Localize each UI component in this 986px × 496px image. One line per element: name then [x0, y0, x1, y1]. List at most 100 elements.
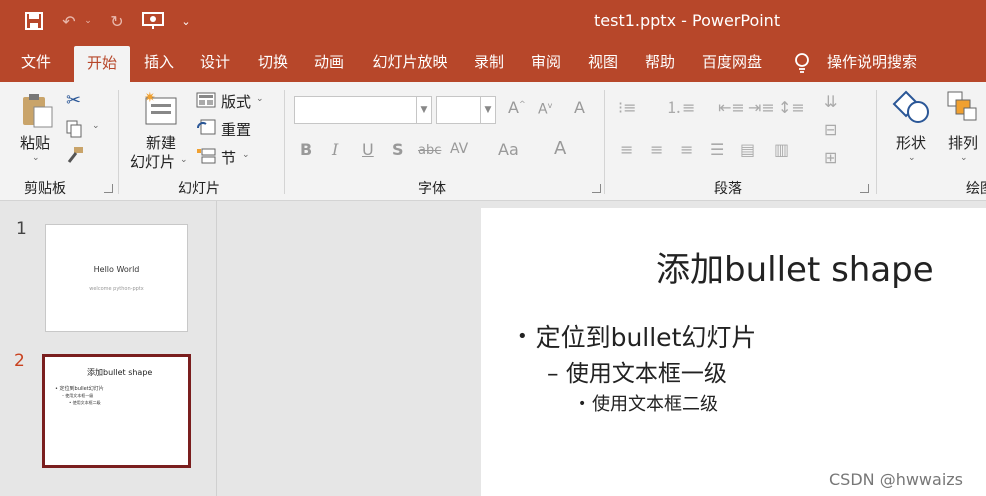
paste-icon[interactable]	[20, 92, 54, 128]
bold-button[interactable]: B	[300, 142, 312, 158]
cut-icon[interactable]: ✂	[66, 92, 81, 110]
character-spacing-button[interactable]: AV	[450, 142, 468, 156]
thumb-2-title: 添加bullet shape	[87, 368, 153, 377]
tab-help[interactable]: 帮助	[636, 42, 684, 82]
tab-review[interactable]: 审阅	[522, 42, 570, 82]
tell-me-search[interactable]: 操作说明搜索	[824, 42, 920, 82]
section-icon[interactable]	[196, 148, 216, 164]
thumb-2-bullet-2: – 使用文本框一级	[62, 393, 94, 398]
columns-icon[interactable]: ▥	[774, 142, 789, 158]
group-divider	[284, 90, 285, 194]
section-label[interactable]: 节	[221, 147, 236, 168]
tab-animations[interactable]: 动画	[306, 42, 352, 82]
clipboard-launcher-icon[interactable]	[104, 184, 113, 193]
slides-group-label: 幻灯片	[178, 181, 220, 197]
increase-font-size-icon[interactable]: A^	[508, 100, 526, 116]
italic-button[interactable]: I	[332, 142, 338, 158]
font-name-combobox[interactable]: ▼	[294, 96, 432, 124]
tab-transitions[interactable]: 切换	[250, 42, 296, 82]
increase-indent-icon[interactable]: ⇥≡	[748, 100, 775, 116]
slide-thumbnail-1[interactable]: Hello World welcome python-pptx	[45, 224, 188, 332]
clear-formatting-icon[interactable]: A	[574, 100, 585, 116]
arrange-label[interactable]: 排列	[948, 132, 978, 153]
save-icon[interactable]	[22, 0, 46, 42]
font-size-dropdown-icon[interactable]: ▼	[480, 97, 495, 123]
text-direction-icon[interactable]: ⇊	[824, 94, 837, 110]
strikethrough-button[interactable]: abc	[418, 144, 441, 157]
align-text-icon[interactable]: ⊟	[824, 122, 837, 138]
paragraph-launcher-icon[interactable]	[860, 184, 869, 193]
paste-label[interactable]: 粘贴	[20, 132, 50, 153]
current-slide[interactable]: 添加bullet shape • 定位到bullet幻灯片 – 使用文本框一级 …	[481, 208, 986, 496]
slide-bullet-level-1[interactable]: • 定位到bullet幻灯片	[517, 318, 756, 354]
section-dropdown-icon[interactable]: ⌄	[242, 151, 250, 160]
tab-view[interactable]: 视图	[580, 42, 626, 82]
convert-smartart-icon[interactable]: ⊞	[824, 150, 837, 166]
layout-label[interactable]: 版式	[221, 91, 251, 112]
reset-icon[interactable]	[196, 119, 216, 135]
justify-icon[interactable]: ☰	[710, 142, 724, 158]
slide-number-1: 1	[16, 219, 27, 239]
align-center-icon[interactable]: ≡	[650, 142, 663, 158]
thumb-2-bullet-1: • 定位到bullet幻灯片	[55, 386, 104, 392]
tab-file[interactable]: 文件	[12, 42, 60, 82]
text-shadow-button[interactable]: S	[392, 142, 404, 158]
customize-qat-icon[interactable]: ⌄	[178, 0, 194, 42]
arrange-dropdown-icon[interactable]: ⌄	[960, 154, 968, 163]
drawing-group-label: 绘图	[966, 181, 986, 197]
redo-icon[interactable]: ↻	[106, 0, 128, 42]
group-divider	[604, 90, 605, 194]
font-size-combobox[interactable]: ▼	[436, 96, 496, 124]
slide-title[interactable]: 添加bullet shape	[656, 242, 934, 291]
present-from-beginning-icon[interactable]	[140, 0, 166, 42]
reset-label[interactable]: 重置	[221, 119, 251, 140]
slide-bullet-level-2[interactable]: – 使用文本框一级	[547, 354, 727, 388]
copy-dropdown-icon[interactable]: ⌄	[92, 122, 100, 131]
font-color-button[interactable]: A	[554, 140, 566, 158]
tab-record[interactable]: 录制	[466, 42, 512, 82]
layout-dropdown-icon[interactable]: ⌄	[256, 95, 264, 104]
shapes-label[interactable]: 形状	[896, 132, 926, 153]
underline-button[interactable]: U	[362, 142, 374, 158]
paragraph-group-label: 段落	[714, 181, 742, 197]
shapes-dropdown-icon[interactable]: ⌄	[908, 154, 916, 163]
decrease-font-size-icon[interactable]: Av	[538, 102, 552, 117]
undo-icon[interactable]: ↶	[58, 0, 80, 42]
thumb-1-title: Hello World	[93, 265, 140, 274]
align-right-icon[interactable]: ≡	[680, 142, 693, 158]
tab-baidu-netdisk[interactable]: 百度网盘	[694, 42, 770, 82]
clipboard-group-label: 剪贴板	[24, 181, 66, 197]
font-name-dropdown-icon[interactable]: ▼	[416, 97, 431, 123]
arrange-icon[interactable]	[946, 90, 978, 126]
new-slide-icon[interactable]: ✷	[142, 90, 180, 128]
undo-dropdown-icon[interactable]: ⌄	[82, 0, 94, 42]
slide-bullet-level-3[interactable]: • 使用文本框二级	[578, 390, 718, 416]
new-slide-dropdown-icon[interactable]: ⌄	[180, 156, 188, 165]
tab-insert[interactable]: 插入	[136, 42, 182, 82]
thumb-1-subtitle: welcome python-pptx	[89, 286, 144, 292]
csdn-watermark: CSDN @hwwaizs	[829, 470, 963, 489]
paste-dropdown-icon[interactable]: ⌄	[32, 154, 40, 163]
tab-slideshow[interactable]: 幻灯片放映	[364, 42, 456, 82]
title-bar: ↶ ⌄ ↻ ⌄ test1.pptx - PowerPoint	[0, 0, 986, 42]
new-slide-label-2[interactable]: 幻灯片	[130, 151, 175, 172]
new-slide-label-1[interactable]: 新建	[146, 132, 176, 153]
align-left-icon[interactable]: ≡	[620, 142, 633, 158]
distributed-icon[interactable]: ▤	[740, 142, 755, 158]
tab-design[interactable]: 设计	[192, 42, 238, 82]
slide-thumbnail-2-selected[interactable]: 添加bullet shape • 定位到bullet幻灯片 – 使用文本框一级 …	[42, 354, 191, 468]
font-launcher-icon[interactable]	[592, 184, 601, 193]
decrease-indent-icon[interactable]: ⇤≡	[718, 100, 745, 116]
change-case-button[interactable]: Aa	[498, 142, 519, 158]
format-painter-icon[interactable]	[66, 146, 84, 164]
tab-home[interactable]: 开始	[74, 46, 130, 82]
layout-icon[interactable]	[196, 92, 216, 108]
numbering-icon[interactable]: ⒈≡	[666, 100, 695, 116]
lightbulb-icon[interactable]	[792, 52, 812, 74]
window-title: test1.pptx - PowerPoint	[594, 11, 781, 30]
shapes-icon[interactable]	[892, 90, 930, 126]
copy-icon[interactable]	[66, 120, 82, 138]
bullets-icon[interactable]: ⁝≡	[618, 100, 637, 116]
group-divider	[876, 90, 877, 194]
line-spacing-icon[interactable]: ↕≡	[778, 100, 805, 116]
